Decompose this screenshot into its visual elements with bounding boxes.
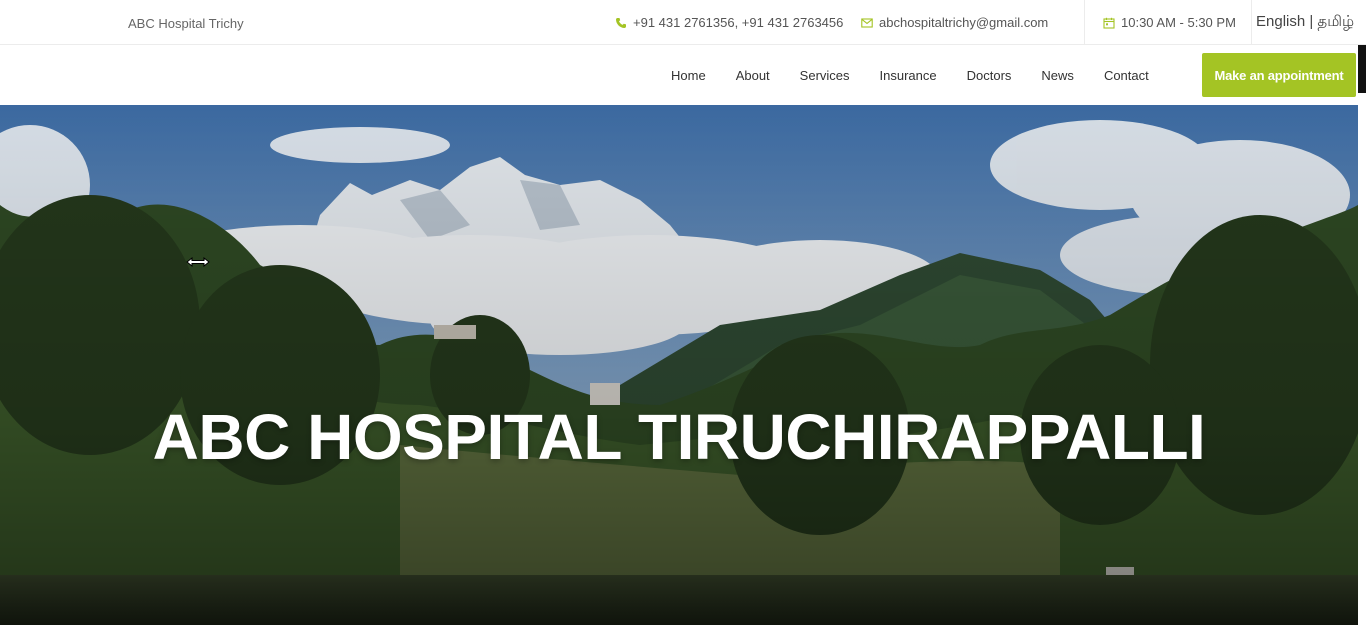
nav-item-insurance[interactable]: Insurance xyxy=(880,68,937,83)
calendar-icon xyxy=(1103,17,1115,29)
nav-item-home[interactable]: Home xyxy=(671,68,706,83)
main-nav: Home About Services Insurance Doctors Ne… xyxy=(0,45,1366,105)
nav-links: Home About Services Insurance Doctors Ne… xyxy=(671,68,1149,83)
divider xyxy=(1084,0,1085,45)
nav-item-news[interactable]: News xyxy=(1041,68,1074,83)
hero-background-image xyxy=(0,105,1358,625)
nav-item-contact[interactable]: Contact xyxy=(1104,68,1149,83)
make-appointment-button[interactable]: Make an appointment xyxy=(1202,53,1356,97)
hours-text: 10:30 AM - 5:30 PM xyxy=(1121,15,1236,30)
language-switcher[interactable]: English | தமிழ் xyxy=(1256,13,1354,32)
phone-icon xyxy=(616,17,626,28)
resize-cursor-icon xyxy=(186,257,210,267)
nav-item-doctors[interactable]: Doctors xyxy=(967,68,1012,83)
phone-text: +91 431 2761356, +91 431 2763456 xyxy=(633,15,844,30)
envelope-icon xyxy=(861,17,873,28)
phone-info[interactable]: +91 431 2761356, +91 431 2763456 xyxy=(615,15,843,30)
nav-item-services[interactable]: Services xyxy=(800,68,850,83)
email-info[interactable]: abchospitaltrichy@gmail.com xyxy=(861,15,1048,30)
hero-title: ABC HOSPITAL TIRUCHIRAPPALLI xyxy=(152,401,1206,473)
site-brand[interactable]: ABC Hospital Trichy xyxy=(128,16,244,31)
email-text: abchospitaltrichy@gmail.com xyxy=(879,15,1049,30)
page-edge xyxy=(1358,105,1366,625)
nav-item-about[interactable]: About xyxy=(736,68,770,83)
scrollbar-edge xyxy=(1358,45,1366,93)
hero-banner: ABC HOSPITAL TIRUCHIRAPPALLI xyxy=(0,105,1358,625)
hours-info: 10:30 AM - 5:30 PM xyxy=(1103,15,1236,30)
divider xyxy=(1251,0,1252,45)
top-bar: ABC Hospital Trichy +91 431 2761356, +91… xyxy=(0,0,1366,45)
